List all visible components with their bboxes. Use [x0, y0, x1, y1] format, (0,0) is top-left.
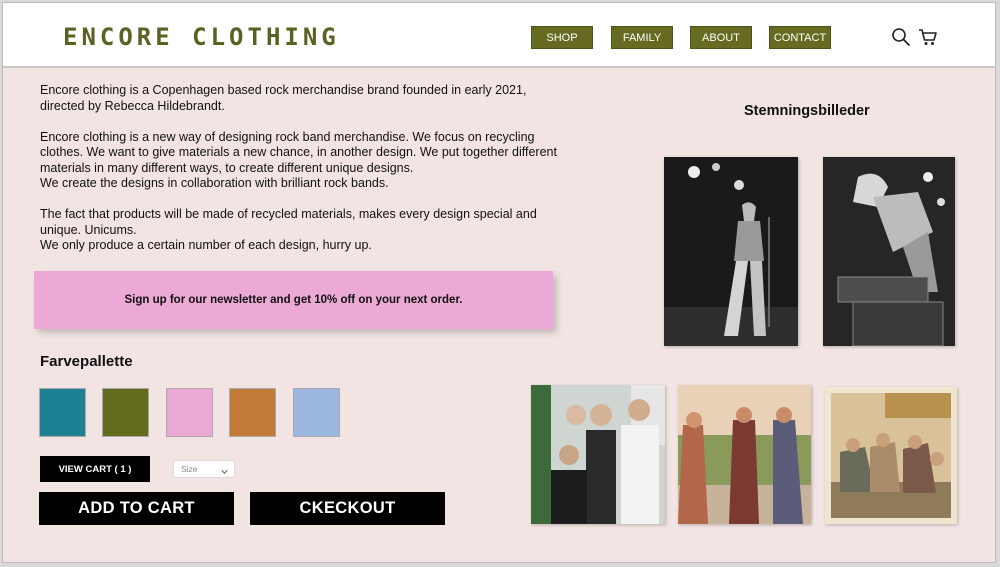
color-swatch-pink [166, 388, 213, 437]
intro-paragraph: Encore clothing is a new way of designin… [40, 129, 557, 191]
newsletter-signup-banner[interactable]: Sign up for our newsletter and get 10% o… [34, 271, 553, 329]
stage-jump-photo [823, 157, 955, 346]
chevron-down-icon [221, 464, 228, 480]
nav-about-button[interactable]: ABOUT [690, 26, 752, 49]
color-swatch-olive [102, 388, 149, 437]
nav-contact-button[interactable]: CONTACT [769, 26, 831, 49]
seated-group-photo [825, 387, 957, 524]
nav-family-button[interactable]: FAMILY [611, 26, 673, 49]
intro-paragraph: Encore clothing is a Copenhagen based ro… [40, 83, 527, 113]
color-swatch-orange [229, 388, 276, 437]
palette-title: Farvepallette [40, 353, 133, 370]
concert-photo [664, 157, 798, 346]
gallery-title: Stemningsbilleder [744, 103, 870, 119]
band-group-photo [531, 385, 665, 524]
add-to-cart-button[interactable]: ADD TO CART [39, 492, 234, 525]
newsletter-text: Sign up for our newsletter and get 10% o… [124, 294, 463, 306]
view-cart-button[interactable]: VIEW CART ( 1 ) [40, 456, 150, 482]
nav-shop-button[interactable]: SHOP [531, 26, 593, 49]
search-icon[interactable] [891, 27, 911, 47]
site-header: ENCORE CLOTHING SHOP FAMILY ABOUT CONTAC… [3, 3, 995, 68]
intro-paragraph: The fact that products will be made of r… [40, 207, 537, 252]
cart-icon[interactable] [918, 27, 938, 47]
brand-logo[interactable]: ENCORE CLOTHING [63, 23, 340, 51]
size-select[interactable]: Size [173, 460, 235, 478]
checkout-button[interactable]: CKECKOUT [250, 492, 445, 525]
intro-text: Encore clothing is a Copenhagen based ro… [40, 83, 570, 269]
color-swatch-light-blue [293, 388, 340, 437]
outdoor-friends-photo [678, 385, 811, 524]
color-swatch-teal [39, 388, 86, 437]
page-frame: ENCORE CLOTHING SHOP FAMILY ABOUT CONTAC… [2, 2, 996, 563]
size-select-value: Size [181, 464, 198, 474]
